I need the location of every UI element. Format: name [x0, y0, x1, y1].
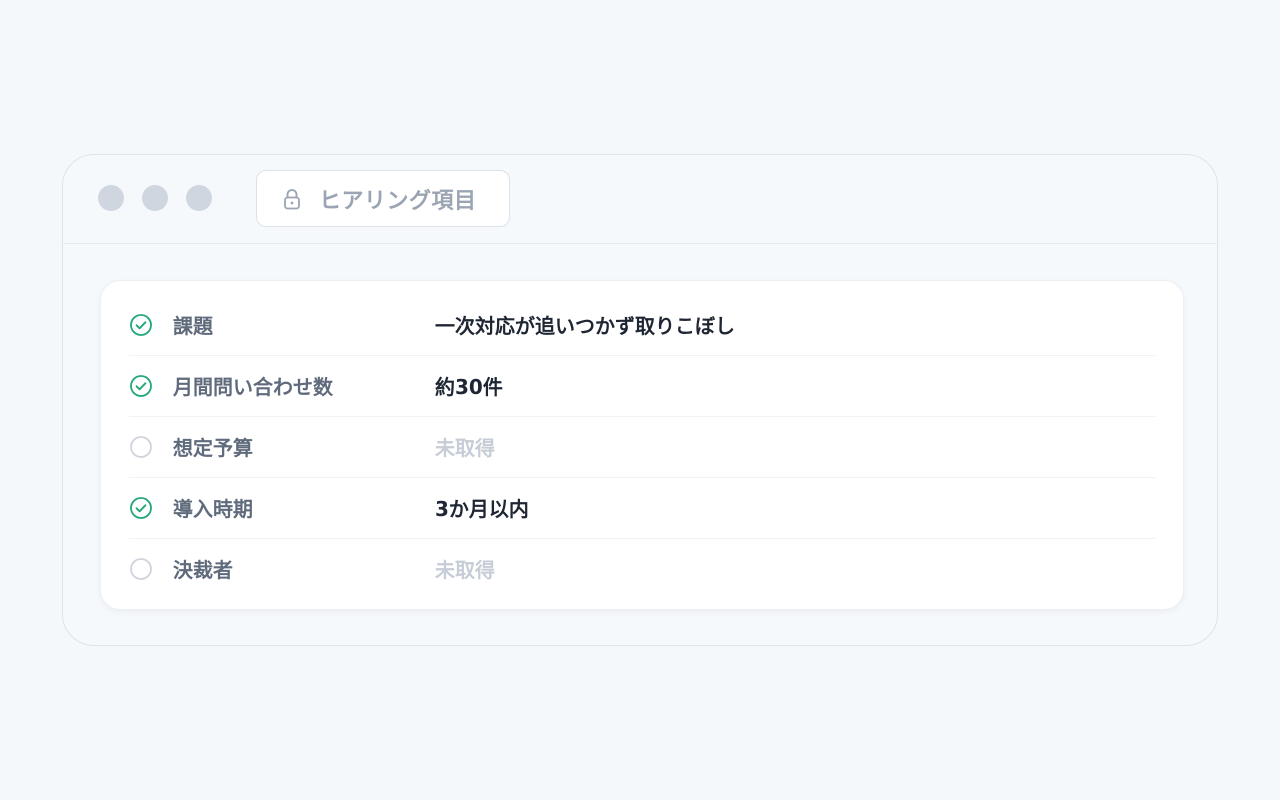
checklist-value: 未取得 — [435, 558, 495, 582]
checklist-value: 未取得 — [435, 436, 495, 460]
checklist-label: 月間問い合わせ数 — [173, 375, 333, 399]
checklist-row-budget: 想定予算 未取得 — [129, 416, 1155, 478]
check-circle-icon — [130, 374, 152, 397]
app-window: ヒアリング項目 課題 一次対応が追いつかず取りこぼし 月間問い合わせ数 約30件… — [62, 154, 1218, 646]
checklist-label: 決裁者 — [173, 558, 233, 582]
tab-hearing-items[interactable]: ヒアリング項目 — [256, 170, 510, 227]
hearing-checklist-card: 課題 一次対応が追いつかず取りこぼし 月間問い合わせ数 約30件 想定予算 未取… — [100, 280, 1184, 610]
checklist-row-timeline: 導入時期 3か月以内 — [129, 477, 1155, 539]
checklist-row-issue: 課題 一次対応が追いつかず取りこぼし — [129, 294, 1155, 356]
window-titlebar: ヒアリング項目 — [63, 155, 1217, 244]
checklist-row-decision-maker: 決裁者 未取得 — [129, 538, 1155, 599]
checklist-value: 約30件 — [435, 375, 503, 399]
checklist-row-monthly-inquiries: 月間問い合わせ数 約30件 — [129, 355, 1155, 417]
checklist-label: 課題 — [173, 314, 213, 338]
checklist-value: 3か月以内 — [435, 497, 529, 521]
checklist-value: 一次対応が追いつかず取りこぼし — [435, 314, 735, 338]
check-circle-icon — [130, 313, 152, 336]
checklist-label: 想定予算 — [173, 436, 253, 460]
empty-circle-icon — [130, 557, 152, 580]
window-control-maximize[interactable] — [186, 185, 212, 211]
checklist-label: 導入時期 — [173, 497, 253, 521]
check-circle-icon — [130, 496, 152, 519]
window-control-minimize[interactable] — [142, 185, 168, 211]
tab-label: ヒアリング項目 — [319, 188, 477, 214]
empty-circle-icon — [130, 435, 152, 458]
window-control-close[interactable] — [98, 185, 124, 211]
lock-icon — [284, 188, 300, 209]
